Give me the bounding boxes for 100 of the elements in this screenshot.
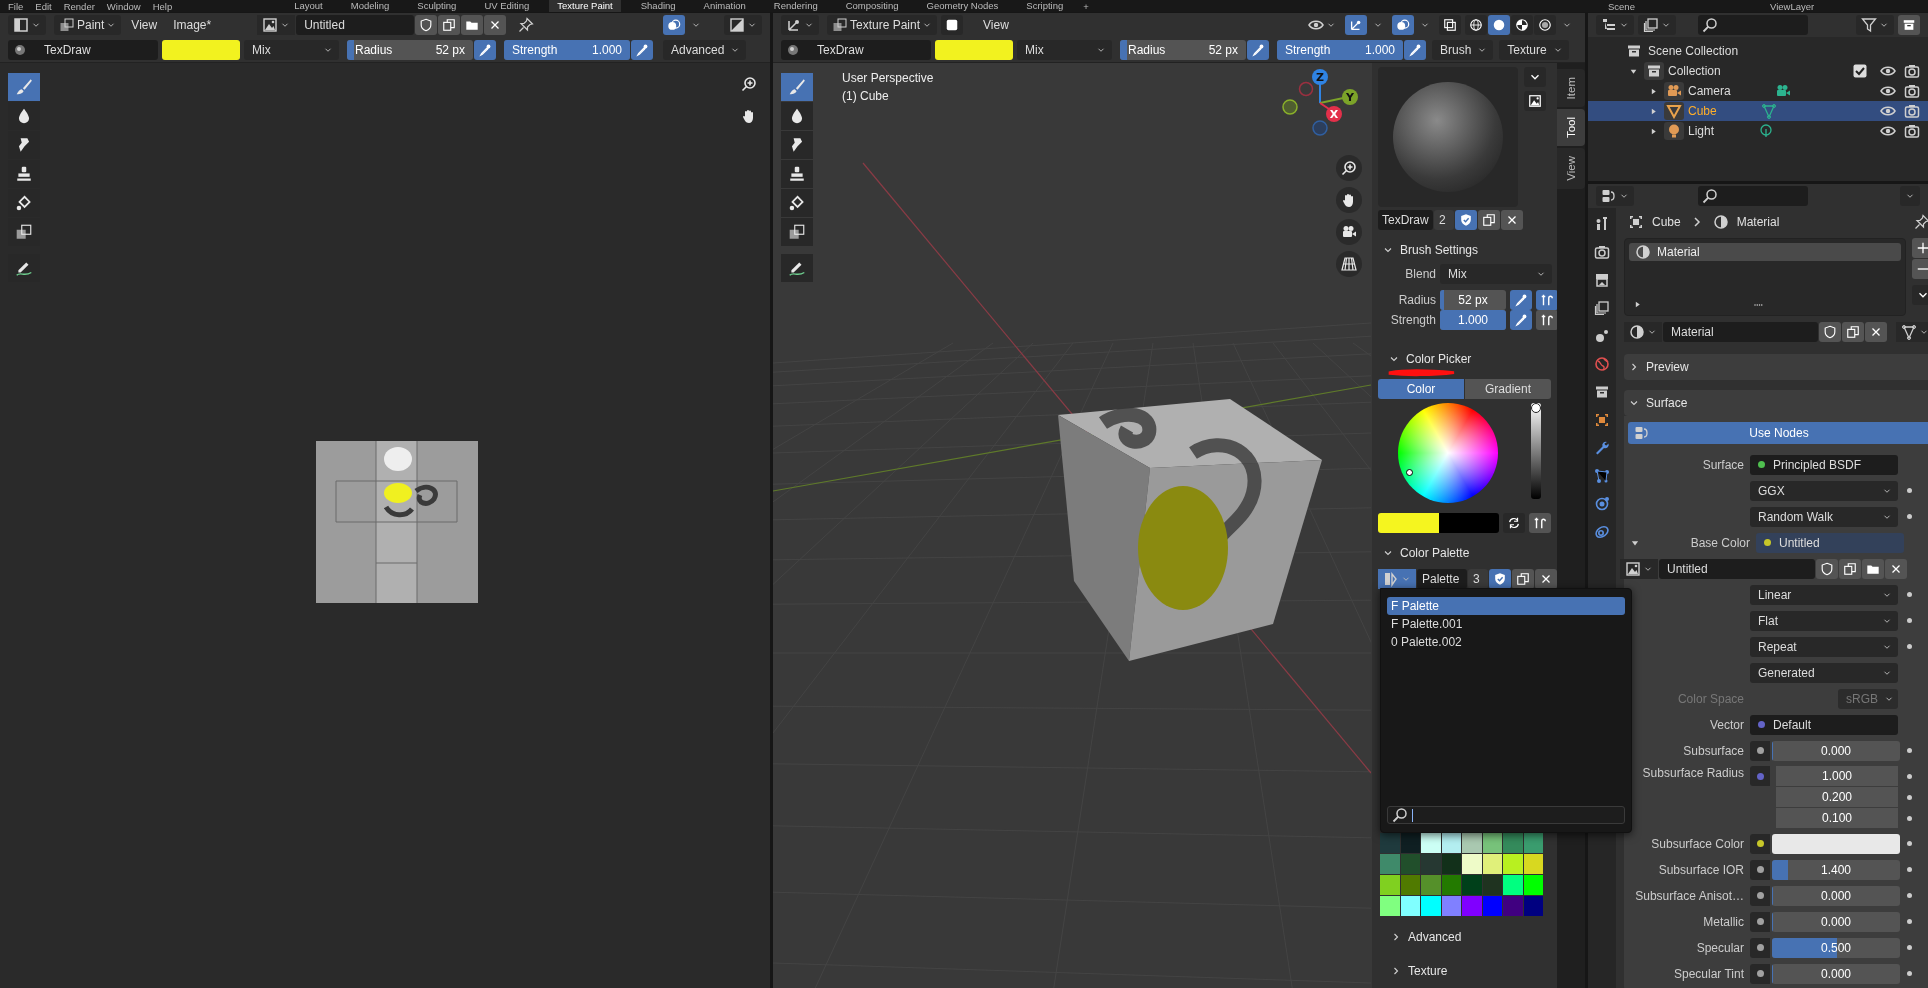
menu-item[interactable]: Help — [152, 0, 173, 12]
panel-header[interactable]: Preview — [1624, 354, 1928, 380]
workspace-tab[interactable]: Layout — [286, 0, 331, 12]
brush-name-field[interactable]: TexDraw — [1378, 210, 1433, 230]
property-dropdown[interactable]: Linear — [1750, 584, 1898, 605]
radius-slider[interactable]: 52 px — [1440, 289, 1506, 310]
blend-dropdown[interactable]: Mix — [244, 39, 339, 60]
user-count: 2 — [1434, 210, 1454, 230]
menu-item[interactable]: Edit — [35, 0, 52, 12]
menu-item[interactable]: Render — [63, 0, 95, 12]
strength-slider[interactable]: Strength 1.000 — [504, 39, 630, 60]
outliner-item-name: Camera — [1688, 84, 1731, 98]
brush-field[interactable]: TexDraw — [781, 39, 931, 60]
radius-slider[interactable]: Radius 52 px — [1120, 39, 1246, 60]
viewport-info-text: User Perspective — [842, 71, 934, 85]
image-name-field[interactable]: Untitled — [1659, 558, 1815, 579]
mode-dropdown[interactable]: Paint — [54, 15, 122, 35]
workspace-tab[interactable]: Geometry Nodes — [918, 0, 1007, 12]
add-workspace-button[interactable]: + — [1083, 0, 1089, 12]
workspace-tab[interactable]: Animation — [695, 0, 754, 12]
value-field[interactable]: 0.200 — [1776, 787, 1898, 807]
outliner-item-name: Scene Collection — [1648, 44, 1739, 58]
outliner-row[interactable]: Scene Collection — [1588, 41, 1928, 61]
property-dropdown[interactable]: Generated — [1750, 662, 1898, 683]
panel-header[interactable]: Brush Settings — [1378, 238, 1551, 262]
workspace-tab[interactable]: Modeling — [342, 0, 398, 12]
panel-header[interactable]: Surface — [1624, 390, 1928, 416]
material-slot[interactable]: Material — [1629, 243, 1901, 261]
workspace-tab[interactable]: Compositing — [837, 0, 907, 12]
workspace-tab[interactable]: Sculpting — [409, 0, 465, 12]
menu-item[interactable]: F Palette.001 — [1387, 615, 1625, 633]
mode-dropdown[interactable]: Texture Paint — [827, 15, 938, 35]
panel-header[interactable]: Advanced — [1386, 924, 1551, 950]
property-label: Subsurface Anisot… — [1634, 888, 1744, 903]
property-label: Metallic — [1702, 914, 1744, 929]
menu-item[interactable]: View — [125, 18, 164, 32]
value-slider[interactable]: 1.400 — [1772, 859, 1900, 880]
value-slider[interactable]: 0.000 — [1772, 911, 1900, 932]
outliner-row[interactable]: Light — [1588, 121, 1928, 141]
node-link-field[interactable]: Untitled — [1756, 532, 1904, 553]
outliner-row[interactable]: Collection — [1588, 61, 1928, 81]
property-label: Color Space — [1676, 691, 1744, 706]
use-nodes-button[interactable]: Use Nodes — [1628, 422, 1928, 444]
property-dropdown[interactable]: Flat — [1750, 610, 1898, 631]
picker-tab[interactable]: Gradient — [1465, 379, 1551, 400]
menu-item[interactable]: 0 Palette.002 — [1387, 633, 1625, 651]
outliner-row[interactable]: Camera — [1588, 81, 1928, 101]
picker-tab[interactable]: Color — [1378, 379, 1464, 400]
panel-header[interactable]: Color Picker — [1384, 346, 1551, 373]
workspace-tab[interactable]: Shading — [632, 0, 684, 12]
property-dropdown[interactable]: Repeat — [1750, 636, 1898, 657]
blend-dropdown[interactable]: Mix — [1440, 263, 1552, 284]
property-dropdown[interactable]: Random Walk — [1750, 506, 1898, 527]
radius-slider[interactable]: Radius 52 px — [347, 39, 473, 60]
value-slider[interactable]: 0.000 — [1772, 740, 1900, 761]
menu-item[interactable]: File — [8, 0, 24, 12]
property-label: Subsurface Color — [1650, 836, 1744, 851]
panel-header[interactable]: Color Palette — [1378, 541, 1551, 565]
value-slider[interactable]: 0.000 — [1772, 963, 1900, 984]
value-field[interactable]: 0.100 — [1776, 808, 1898, 828]
brush-field[interactable]: TexDraw — [8, 39, 158, 60]
strength-slider[interactable]: 1.000 — [1440, 310, 1506, 331]
menu-dropdown[interactable]: Texture — [1499, 39, 1569, 60]
workspace-tab[interactable]: Texture Paint — [549, 0, 621, 12]
node-link-field[interactable]: Principled BSDF — [1750, 454, 1898, 475]
menu-item[interactable]: Image* — [167, 18, 218, 32]
property-label: Subsurface Radius — [1641, 766, 1744, 780]
menu-dropdown[interactable]: Brush — [1432, 39, 1494, 60]
value-slider[interactable]: 0.000 — [1772, 885, 1900, 906]
property-label: Base Color — [1689, 535, 1750, 550]
palette-name-field[interactable]: Palette — [1417, 569, 1467, 589]
viewport-info-text: (1) Cube — [842, 89, 890, 103]
field-label: Blend — [1404, 266, 1436, 281]
advanced-dropdown[interactable]: Advanced — [663, 39, 747, 60]
strength-slider[interactable]: Strength 1.000 — [1277, 39, 1403, 60]
sidebar-tab[interactable]: View — [1557, 148, 1585, 190]
workspace-tab[interactable]: Scripting — [1018, 0, 1072, 12]
field-label: Radius — [1397, 292, 1436, 307]
workspace-tab[interactable]: Rendering — [765, 0, 826, 12]
image-name-field[interactable]: Untitled — [296, 15, 415, 35]
scene-field[interactable]: Scene — [1608, 0, 1758, 12]
outliner-item-name: Light — [1688, 124, 1715, 138]
navigation-gizmo[interactable]: Z Y X — [1280, 67, 1362, 149]
blend-dropdown[interactable]: Mix — [1017, 39, 1112, 60]
sidebar-tab[interactable]: Tool — [1557, 109, 1585, 147]
material-name-field[interactable]: Material — [1663, 322, 1818, 342]
menu-item[interactable]: F Palette — [1387, 597, 1625, 615]
view-layer-field[interactable]: ViewLayer — [1770, 0, 1920, 12]
menu-item[interactable]: View — [977, 18, 1015, 32]
sidebar-tab[interactable]: Item — [1557, 69, 1585, 108]
value-slider[interactable]: 0.500 — [1772, 937, 1900, 958]
node-link-field[interactable]: Default — [1750, 714, 1898, 735]
property-dropdown[interactable]: GGX — [1750, 480, 1898, 501]
value-field[interactable]: 1.000 — [1776, 766, 1898, 786]
property-label: Surface — [1701, 457, 1744, 472]
property-label: Specular Tint — [1672, 966, 1744, 981]
outliner-row[interactable]: Cube — [1588, 101, 1928, 121]
workspace-tab[interactable]: UV Editing — [476, 0, 538, 12]
menu-item[interactable]: Window — [106, 0, 141, 12]
panel-header[interactable]: Texture — [1386, 958, 1551, 984]
